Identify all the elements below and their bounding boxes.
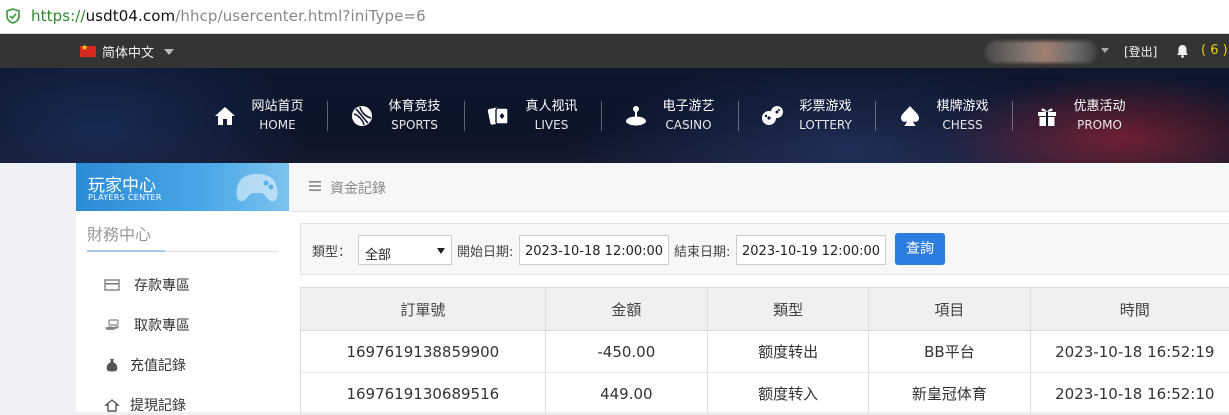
main-nav: 网站首页HOME 体育竞技SPORTS 真人视讯LIVES 电子游艺CASINO… [190, 68, 1149, 163]
home-icon [213, 104, 237, 128]
gift-icon [1035, 104, 1059, 128]
nav-item-lives[interactable]: 真人视讯LIVES [464, 68, 601, 163]
query-button[interactable]: 查詢 [895, 233, 945, 265]
section-divider [87, 251, 278, 252]
sidebar-item-label: 提現記錄 [130, 395, 186, 415]
end-date-input[interactable]: 2023-10-19 12:00:00 [736, 235, 886, 265]
username-blurred[interactable] [985, 41, 1097, 63]
sidebar-item-deposit[interactable]: 存款專區 [104, 275, 190, 295]
sidebar-item-label: 取款專區 [134, 315, 190, 335]
column-header: 項目 [869, 288, 1030, 331]
table-cell: 额度转入 [707, 373, 868, 415]
secure-shield-icon [6, 8, 20, 24]
table-cell: 1697619130689516 [301, 373, 546, 415]
nav-label-en: PROMO [1073, 116, 1125, 134]
withdraw-hand-icon [104, 317, 120, 333]
nav-item-casino[interactable]: 电子游艺CASINO [601, 68, 738, 163]
breadcrumb: 資金記錄 [289, 163, 1229, 212]
table-cell: 2023-10-18 16:52:19 [1030, 331, 1229, 373]
sidebar-item-label: 充值記錄 [130, 355, 186, 375]
finance-center-title: 財務中心 [87, 221, 151, 245]
start-date-input[interactable]: 2023-10-18 12:00:00 [519, 235, 669, 265]
table-cell: 2023-10-18 16:52:10 [1030, 373, 1229, 415]
bell-icon[interactable] [1176, 44, 1189, 58]
type-select[interactable]: 全部 [358, 235, 452, 265]
nav-label-cn: 体育竞技 [388, 98, 440, 116]
nav-label-cn: 棋牌游戏 [936, 98, 988, 116]
joystick-icon [624, 104, 648, 128]
type-label: 類型： [312, 241, 351, 260]
nav-label-en: CASINO [662, 116, 714, 134]
chevron-down-icon [164, 49, 174, 55]
sidebar: 玩家中心 PLAYERS CENTER 財務中心 存款專區 取款專區 充值記錄 … [76, 163, 289, 412]
nav-label-cn: 彩票游戏 [799, 98, 852, 116]
table-cell: 1697619138859900 [301, 331, 546, 373]
url-domain: usdt04.com [86, 7, 176, 25]
sidebar-item-withdraw-record[interactable]: 提現記錄 [104, 395, 186, 415]
start-date-label: 開始日期: [457, 241, 513, 260]
nav-label-cn: 优惠活动 [1073, 98, 1125, 116]
cards-icon [487, 104, 511, 128]
nav-label-cn: 真人视讯 [525, 98, 577, 116]
nav-label-cn: 网站首页 [251, 98, 303, 116]
sidebar-item-label: 存款專區 [134, 275, 190, 295]
china-flag-icon [80, 46, 96, 57]
ball-icon [350, 104, 374, 128]
logout-link[interactable]: [登出] [1124, 43, 1157, 60]
menu-icon [309, 181, 321, 191]
nav-label-en: CHESS [936, 116, 988, 134]
end-date-label: 結束日期: [674, 241, 730, 260]
spade-icon [898, 104, 922, 128]
nav-banner: 网站首页HOME 体育竞技SPORTS 真人视讯LIVES 电子游艺CASINO… [0, 68, 1229, 163]
nav-label-en: HOME [251, 116, 303, 134]
sidebar-item-recharge-record[interactable]: 充值記錄 [104, 355, 186, 375]
deposit-card-icon [104, 277, 120, 293]
table-cell: 新皇冠体育 [869, 373, 1030, 415]
nav-item-home[interactable]: 网站首页HOME [190, 68, 327, 163]
url-path: /hhcp/usercenter.html?iniType=6 [175, 7, 426, 25]
nav-item-promo[interactable]: 优惠活动PROMO [1012, 68, 1149, 163]
table-cell: 额度转出 [707, 331, 868, 373]
money-bag-icon [104, 357, 120, 373]
notification-count[interactable]: ( 6 ) [1201, 43, 1228, 58]
user-menu-caret-icon[interactable] [1101, 48, 1109, 53]
players-center-subtitle: PLAYERS CENTER [88, 193, 162, 202]
language-label: 简体中文 [102, 42, 154, 61]
main-content: 資金記錄 類型： 全部 開始日期: 2023-10-18 12:00:00 結束… [289, 163, 1229, 412]
page-title: 資金記錄 [330, 178, 386, 198]
nav-label-en: LIVES [525, 116, 577, 134]
table-header-row: 訂單號 金額 類型 項目 時間 [301, 288, 1229, 331]
nav-item-lottery[interactable]: 彩票游戏LOTTERY [738, 68, 875, 163]
address-bar[interactable]: https://usdt04.com/hhcp/usercenter.html?… [0, 0, 1229, 34]
column-header: 類型 [707, 288, 868, 331]
gamepad-icon [234, 169, 280, 205]
url-scheme: https:// [31, 7, 86, 25]
nav-item-sports[interactable]: 体育竞技SPORTS [327, 68, 464, 163]
sidebar-item-withdraw[interactable]: 取款專區 [104, 315, 190, 335]
url-text[interactable]: https://usdt04.com/hhcp/usercenter.html?… [31, 7, 426, 25]
nav-label-en: SPORTS [388, 116, 440, 134]
dice-icon [761, 104, 785, 128]
table-cell: BB平台 [869, 331, 1030, 373]
filter-bar: 類型： 全部 開始日期: 2023-10-18 12:00:00 結束日期: 2… [300, 223, 1229, 275]
nav-label-cn: 电子游艺 [662, 98, 714, 116]
column-header: 金額 [545, 288, 707, 331]
language-selector[interactable]: 简体中文 [80, 42, 174, 61]
column-header: 訂單號 [301, 288, 546, 331]
table-row: 1697619138859900 -450.00 额度转出 BB平台 2023-… [301, 331, 1229, 373]
top-bar: 简体中文 [登出] ( 6 ) [0, 34, 1229, 68]
column-header: 時間 [1030, 288, 1229, 331]
fund-records-table: 訂單號 金額 類型 項目 時間 1697619138859900 -450.00… [300, 287, 1229, 415]
table-cell: -450.00 [545, 331, 707, 373]
withdraw-record-icon [104, 397, 120, 413]
table-row: 1697619130689516 449.00 额度转入 新皇冠体育 2023-… [301, 373, 1229, 415]
nav-item-chess[interactable]: 棋牌游戏CHESS [875, 68, 1012, 163]
table-cell: 449.00 [545, 373, 707, 415]
players-center-header: 玩家中心 PLAYERS CENTER [76, 163, 289, 211]
nav-label-en: LOTTERY [799, 116, 852, 134]
